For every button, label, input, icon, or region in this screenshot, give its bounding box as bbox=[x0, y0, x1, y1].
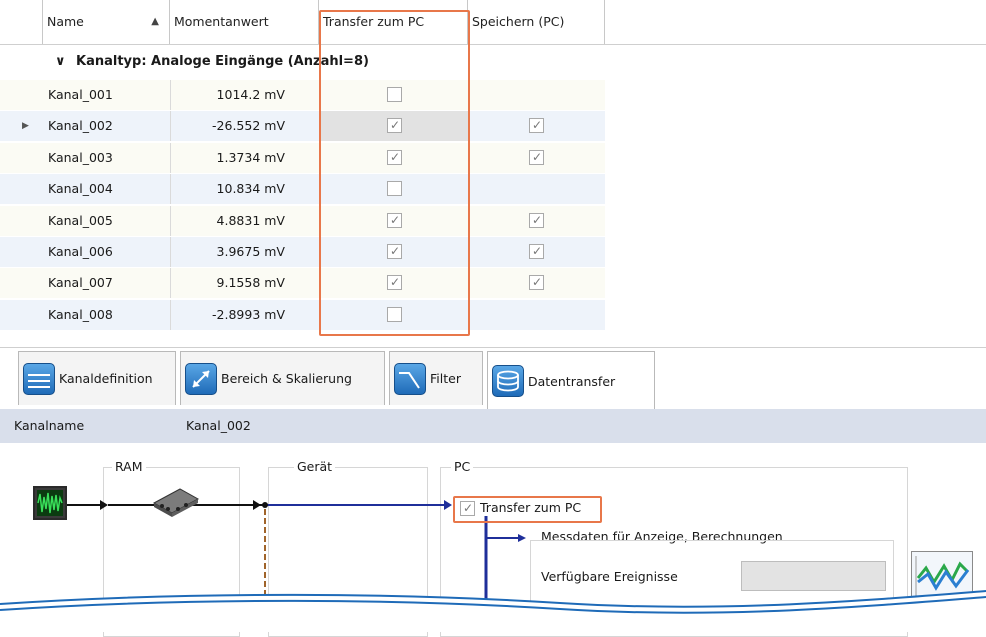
value-cell: 9.1558 mV bbox=[170, 268, 319, 299]
cut-edge-wave bbox=[0, 590, 986, 632]
save-checkbox[interactable]: ✓ bbox=[529, 118, 544, 134]
channel-name-label: Kanalname bbox=[14, 418, 85, 433]
table-row[interactable]: Kanal_006 3.9675 mV ✓ ✓ bbox=[0, 237, 605, 267]
channel-name-cell: Kanal_007 bbox=[48, 275, 113, 291]
tab-label: Kanaldefinition bbox=[59, 371, 153, 386]
transfer-column-highlight bbox=[319, 10, 470, 336]
tab-bar: Kanaldefinition Bereich & Skalierung Fil… bbox=[0, 347, 986, 410]
save-cell: ✓ bbox=[468, 206, 605, 236]
channel-name-cell: Kanal_008 bbox=[48, 306, 113, 322]
save-cell: ✓ bbox=[468, 268, 605, 298]
table-row[interactable]: Kanal_005 4.8831 mV ✓ ✓ bbox=[0, 205, 605, 236]
filter-icon bbox=[394, 362, 426, 395]
group-row[interactable]: ∨ Kanaltyp: Analoge Eingänge (Anzahl=8) bbox=[0, 44, 986, 80]
value-cell: 4.8831 mV bbox=[170, 205, 319, 236]
column-save-label: Speichern (PC) bbox=[472, 14, 565, 29]
value-cell: 1014.2 mV bbox=[170, 80, 319, 110]
save-checkbox[interactable]: ✓ bbox=[529, 149, 544, 165]
chevron-down-icon[interactable]: ∨ bbox=[55, 44, 66, 80]
value-cell: 3.9675 mV bbox=[170, 237, 319, 267]
current-row-arrow-icon: ▶ bbox=[22, 121, 29, 132]
column-header-value[interactable]: Momentanwert bbox=[170, 0, 319, 44]
checkmark-icon: ✓ bbox=[532, 275, 543, 290]
column-name-label: Name bbox=[47, 14, 84, 29]
save-checkbox[interactable]: ✓ bbox=[529, 244, 544, 259]
checkmark-icon: ✓ bbox=[532, 149, 543, 164]
channel-name-value: Kanal_002 bbox=[186, 418, 251, 433]
tab-label: Bereich & Skalierung bbox=[221, 371, 352, 386]
transfer-to-pc-label: Transfer zum PC bbox=[480, 500, 582, 515]
table-row[interactable]: Kanal_004 10.834 mV bbox=[0, 174, 605, 205]
channel-name-cell: Kanal_005 bbox=[48, 212, 113, 228]
table-row[interactable]: ▶ Kanal_002 -26.552 mV ✓ ✓ bbox=[0, 111, 605, 142]
data-transfer-diagram: RAM Gerät PC ✓ Transfer zum PC Messdaten… bbox=[0, 443, 986, 637]
channel-name-cell: Kanal_003 bbox=[48, 149, 113, 165]
ram-chip-icon bbox=[150, 485, 202, 523]
save-cell: ✓ bbox=[468, 143, 605, 173]
table-row[interactable]: Kanal_001 1014.2 mV bbox=[0, 80, 605, 110]
save-cell: ✓ bbox=[468, 237, 605, 267]
data-transfer-icon bbox=[492, 365, 524, 397]
channel-name-cell: Kanal_006 bbox=[48, 244, 113, 259]
transfer-to-pc-checkbox[interactable]: ✓ bbox=[460, 501, 475, 516]
checkmark-icon: ✓ bbox=[532, 212, 543, 227]
channel-definition-icon bbox=[23, 362, 55, 395]
checkmark-icon: ✓ bbox=[532, 118, 543, 133]
header-spacer bbox=[0, 0, 43, 44]
save-checkbox[interactable]: ✓ bbox=[529, 275, 544, 291]
channel-name-cell: Kanal_001 bbox=[48, 87, 113, 102]
value-cell: -26.552 mV bbox=[170, 111, 319, 142]
table-row[interactable]: Kanal_007 9.1558 mV ✓ ✓ bbox=[0, 268, 605, 299]
channel-name-cell: Kanal_002 bbox=[48, 118, 113, 134]
tab-bereich-skalierung[interactable]: Bereich & Skalierung bbox=[180, 351, 385, 405]
tab-label: Datentransfer bbox=[528, 373, 616, 389]
value-cell: 10.834 mV bbox=[170, 174, 319, 205]
value-cell: 1.3734 mV bbox=[170, 142, 319, 173]
sort-ascending-icon: ▲ bbox=[151, 16, 159, 27]
range-scaling-icon bbox=[185, 362, 217, 395]
column-header-name[interactable]: Name ▲ bbox=[43, 0, 170, 44]
checkmark-icon: ✓ bbox=[463, 501, 474, 515]
column-value-label: Momentanwert bbox=[174, 14, 269, 29]
column-header-save[interactable]: Speichern (PC) bbox=[468, 0, 605, 44]
save-checkbox[interactable]: ✓ bbox=[529, 212, 544, 228]
checkmark-icon: ✓ bbox=[532, 244, 543, 258]
value-cell: -2.8993 mV bbox=[170, 299, 319, 330]
tab-label: Filter bbox=[430, 371, 461, 386]
table-row[interactable]: Kanal_008 -2.8993 mV bbox=[0, 299, 605, 330]
tab-datentransfer[interactable]: Datentransfer bbox=[487, 351, 655, 410]
channel-name-bar: Kanalname Kanal_002 bbox=[0, 409, 986, 443]
channel-name-cell: Kanal_004 bbox=[48, 181, 113, 197]
tab-filter[interactable]: Filter bbox=[389, 351, 483, 405]
tab-kanaldefinition[interactable]: Kanaldefinition bbox=[18, 351, 176, 405]
save-cell: ✓ bbox=[468, 111, 605, 141]
table-header: Name ▲ Momentanwert Transfer zum PC Spei… bbox=[0, 0, 986, 45]
table-row[interactable]: Kanal_003 1.3734 mV ✓ ✓ bbox=[0, 142, 605, 173]
